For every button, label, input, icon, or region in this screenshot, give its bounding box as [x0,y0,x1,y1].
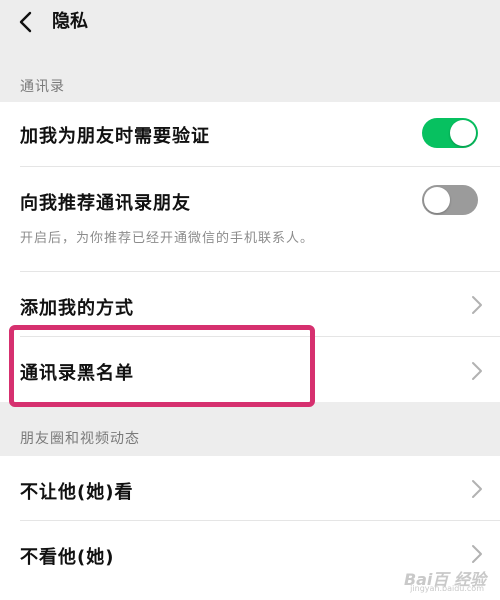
row-verify-add[interactable]: 加我为朋友时需要验证 [0,102,500,166]
row-add-methods[interactable]: 添加我的方式 [0,272,500,336]
row-dont-see-label: 不看他(她) [20,547,115,568]
recommend-toggle[interactable] [422,185,478,215]
row-recommend-label: 向我推荐通讯录朋友 [20,193,191,214]
toggle-knob [424,187,450,213]
contacts-card: 加我为朋友时需要验证 向我推荐通讯录朋友 开启后，为你推荐已经开通微信的手机联系… [0,102,500,402]
section-label-moments: 朋友圈和视频动态 [20,431,140,447]
row-blacklist-label: 通讯录黑名单 [20,363,134,384]
row-add-methods-label: 添加我的方式 [20,298,134,319]
row-hide-from[interactable]: 不让他(她)看 [0,456,500,520]
chevron-right-icon [472,362,482,380]
watermark: Bai百 经验 jingyan.baidu.com [366,564,486,594]
page-title: 隐私 [52,11,88,32]
chevron-right-icon [472,545,482,563]
toggle-knob [450,120,476,146]
verify-add-toggle[interactable] [422,118,478,148]
row-verify-add-label: 加我为朋友时需要验证 [20,126,210,147]
row-recommend-sub: 开启后，为你推荐已经开通微信的手机联系人。 [20,231,315,246]
section-label-contacts: 通讯录 [20,79,65,95]
row-hide-from-label: 不让他(她)看 [20,482,134,503]
back-arrow-icon[interactable] [12,8,40,36]
row-recommend[interactable]: 向我推荐通讯录朋友 开启后，为你推荐已经开通微信的手机联系人。 [0,167,500,271]
privacy-screen: 隐私 通讯录 加我为朋友时需要验证 向我推荐通讯录朋友 开启后，为你推荐已经开通… [0,0,500,600]
row-blacklist[interactable]: 通讯录黑名单 [0,337,500,402]
watermark-url: jingyan.baidu.com [410,584,484,593]
chevron-right-icon [472,296,482,314]
nav-header: 隐私 [0,0,500,44]
chevron-right-icon [472,480,482,498]
